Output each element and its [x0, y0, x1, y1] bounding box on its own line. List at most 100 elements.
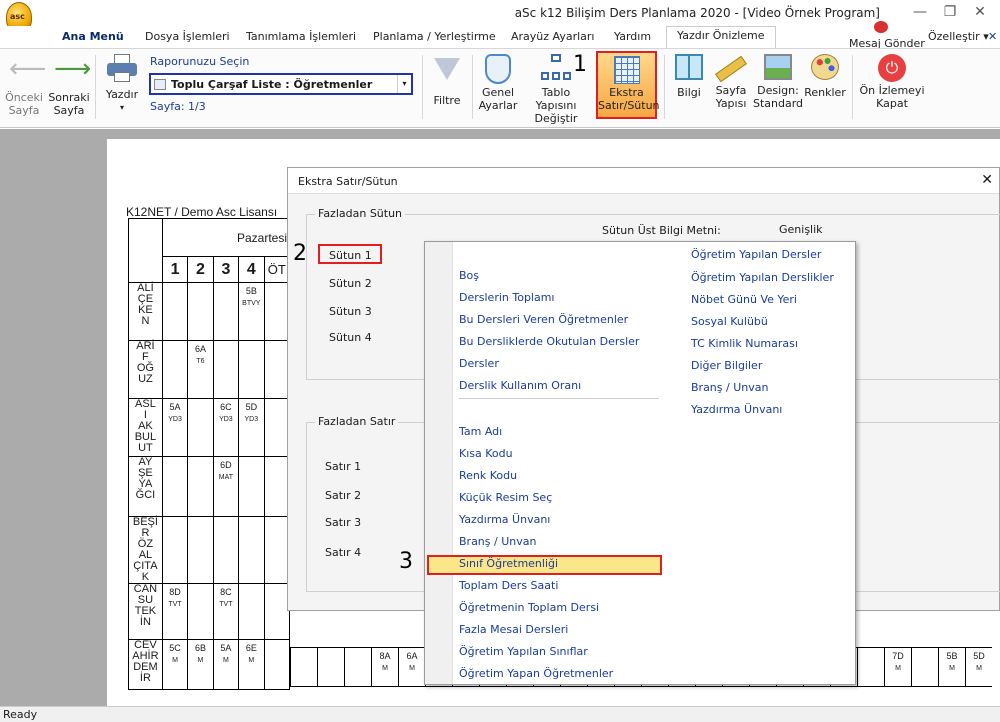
ribbon-separator	[852, 55, 853, 119]
close-window-icon[interactable]: ✕	[965, 2, 995, 22]
next-page-button[interactable]: ⟶ Sonraki Sayfa	[48, 56, 91, 117]
menu-item[interactable]: Branş / Unvan	[459, 535, 536, 548]
page-structure-button[interactable]: Sayfa Yapısı	[711, 54, 751, 110]
menu-item[interactable]: Toplam Ders Saati	[459, 579, 558, 592]
lesson-cell	[212, 516, 240, 584]
menu-item[interactable]: Branş / Unvan	[691, 381, 768, 394]
menu-ana-menu[interactable]: Ana Menü	[62, 30, 124, 43]
menu-planlama[interactable]: Planlama / Yerleştirme	[373, 30, 496, 43]
day-header: Pazartesi	[161, 218, 291, 257]
lesson-cell: 6C YD3	[212, 398, 240, 457]
title-bar: asc aSc k12 Bilişim Ders Planlama 2020 -…	[0, 0, 1000, 32]
menu-arayuz[interactable]: Arayüz Ayarları	[511, 30, 594, 43]
lesson-code: TVT	[219, 601, 233, 608]
colors-button[interactable]: Renkler	[804, 54, 846, 99]
menu-item[interactable]: Öğretim Yapılan Derslikler	[691, 271, 834, 284]
lesson-code: M	[976, 665, 982, 672]
menu-tanimlama[interactable]: Tanımlama İşlemleri	[246, 30, 356, 43]
menu-item[interactable]: Öğretim Yapan Öğretmenler	[459, 667, 613, 680]
teacher-name-cell: ASL I AK BUL UT	[128, 398, 163, 457]
prev-page-button[interactable]: ⟵ Önceki Sayfa	[4, 54, 47, 117]
lesson-code: M	[248, 657, 255, 664]
row-3-label[interactable]: Satır 3	[325, 516, 361, 529]
menu-item[interactable]: Renk Kodu	[459, 469, 517, 482]
close-preview-button[interactable]: ⏻ Ön İzlemeyi Kapat	[857, 54, 927, 110]
grid-cell	[317, 647, 344, 687]
menu-item[interactable]: Fazla Mesai Dersleri	[459, 623, 568, 636]
design-button[interactable]: Design: Standard	[753, 54, 803, 110]
menu-item[interactable]: Derslik Kullanım Oranı	[459, 379, 581, 392]
close-tab-icon[interactable]: ✕	[988, 30, 997, 43]
extra-row-col-button[interactable]: Ekstra Satır/Sütun	[596, 51, 660, 119]
class-code: 5D	[245, 402, 258, 412]
class-code: 5B	[245, 286, 257, 296]
menu-yazdir-onizleme[interactable]: Yazdır Önizleme	[666, 26, 776, 48]
print-button[interactable]: Yazdır ▾	[102, 54, 142, 114]
grid-cell	[911, 647, 938, 687]
minimize-icon[interactable]: —	[905, 2, 935, 22]
filter-button[interactable]: Filtre	[428, 54, 466, 107]
lesson-code: YD3	[219, 416, 233, 423]
menu-item[interactable]: Yazdırma Ünvanı	[459, 513, 550, 526]
class-code: 6A	[194, 344, 206, 354]
column-2-label[interactable]: Sütun 2	[329, 277, 372, 290]
arrow-left-icon: ⟵	[9, 54, 47, 84]
class-code: 6D	[220, 460, 232, 470]
column-4-label[interactable]: Sütun 4	[329, 331, 372, 344]
report-select[interactable]: Toplu Çarşaf Liste : Öğretmenler ▾	[149, 73, 413, 95]
menu-item[interactable]: Öğretim Yapılan Dersler	[691, 248, 821, 261]
ribbon-separator	[95, 55, 96, 119]
column-1-label[interactable]: Sütun 1	[329, 249, 372, 262]
ribbon-separator	[472, 55, 473, 119]
lesson-cell	[161, 516, 189, 584]
ruler-icon	[715, 55, 747, 83]
ribbon-separator	[422, 55, 423, 119]
chevron-down-icon[interactable]: ▾	[397, 75, 411, 93]
menu-item[interactable]: Bu Dersleri Veren Öğretmenler	[459, 313, 628, 326]
menu-item[interactable]: Dersler	[459, 357, 499, 370]
lesson-code: M	[197, 657, 204, 664]
menu-item[interactable]: Diğer Bilgiler	[691, 359, 762, 372]
customize-menu[interactable]: Özelleştir ▾	[928, 30, 989, 43]
menu-item[interactable]: Sınıf Öğretmenliği	[459, 557, 558, 570]
close-dialog-icon[interactable]: ✕	[981, 172, 993, 188]
lesson-cell	[187, 516, 214, 584]
menu-item[interactable]: TC Kimlik Numarası	[691, 337, 798, 350]
lesson-cell	[238, 516, 265, 584]
license-text: K12NET / Demo Asc Lisansı	[126, 205, 278, 219]
window-title: aSc k12 Bilişim Ders Planlama 2020 - [Vi…	[514, 6, 880, 20]
class-code: 7D	[892, 651, 904, 661]
restore-icon[interactable]: ❐	[935, 2, 965, 22]
row-1-label[interactable]: Satır 1	[325, 460, 361, 473]
report-select-value: Toplu Çarşaf Liste : Öğretmenler	[171, 78, 373, 91]
grid-cell: 7D M	[884, 647, 911, 687]
general-settings-button[interactable]: Genel Ayarlar	[477, 54, 519, 112]
period-header: 2	[187, 256, 214, 283]
lesson-cell	[238, 583, 265, 640]
menu-item[interactable]: Boş	[459, 269, 479, 282]
lesson-code: M	[172, 657, 178, 664]
menu-item[interactable]: Öğretim Yapılan Sınıflar	[459, 645, 588, 658]
menu-item[interactable]: Derslerin Toplamı	[459, 291, 555, 304]
menu-item[interactable]: Küçük Resim Seç	[459, 491, 552, 504]
menu-yardim[interactable]: Yardım	[614, 30, 651, 43]
table-row: ARİ F OĞ UZ 6A T6	[128, 340, 291, 399]
menu-item[interactable]: Bu Dersliklerde Okutulan Dersler	[459, 335, 639, 348]
info-button[interactable]: Bilgi	[670, 54, 708, 99]
menu-item[interactable]: Kısa Kodu	[459, 447, 513, 460]
picture-icon	[764, 54, 792, 80]
column-3-label[interactable]: Sütun 3	[329, 305, 372, 318]
menu-item[interactable]: Öğretmenin Toplam Dersi	[459, 601, 599, 614]
menu-item[interactable]: Sosyal Kulübü	[691, 315, 768, 328]
lesson-cell: 5A M	[212, 639, 240, 690]
menu-dosya[interactable]: Dosya İşlemleri	[145, 30, 230, 43]
lesson-cell	[238, 340, 265, 399]
row-4-label[interactable]: Satır 4	[325, 546, 361, 559]
lesson-cell: 5D YD3	[238, 398, 265, 457]
lesson-cell	[161, 282, 189, 341]
menu-item[interactable]: Nöbet Günü Ve Yeri	[691, 293, 797, 306]
menu-item[interactable]: Yazdırma Ünvanı	[691, 403, 782, 416]
menu-item[interactable]: Tam Adı	[459, 425, 502, 438]
row-2-label[interactable]: Satır 2	[325, 489, 361, 502]
message-icon[interactable]	[874, 21, 888, 33]
